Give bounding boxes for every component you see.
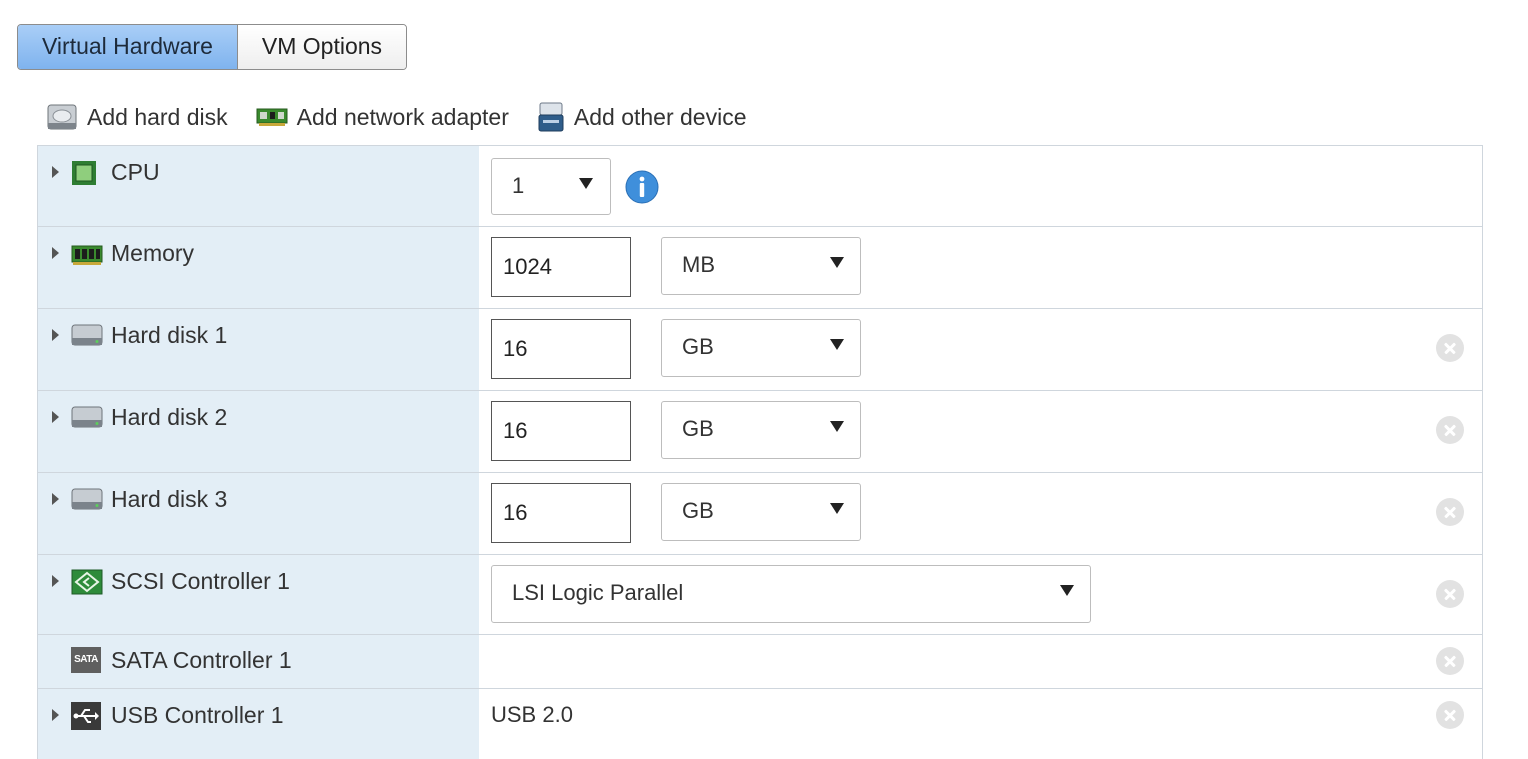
usb-version-value: USB 2.0 — [491, 702, 573, 727]
expand-hard-disk-2-icon[interactable] — [52, 411, 59, 423]
usb-controller-row: USB Controller 1 USB 2.0 — [38, 689, 1482, 759]
chevron-down-icon — [830, 503, 844, 514]
remove-hard-disk-2-icon[interactable] — [1436, 416, 1464, 444]
hard-disk-2-row: Hard disk 2 GB — [38, 391, 1482, 473]
add-network-adapter-button[interactable]: Add network adapter — [256, 104, 509, 131]
hard-disk-3-label: Hard disk 3 — [111, 486, 228, 512]
chevron-down-icon — [579, 178, 593, 189]
remove-usb-controller-icon[interactable] — [1436, 701, 1464, 729]
memory-icon — [71, 245, 103, 265]
hard-disk-2-unit-select[interactable]: GB — [661, 401, 861, 459]
cpu-icon — [72, 161, 96, 185]
usb-icon — [71, 702, 101, 730]
memory-unit-select[interactable]: MB — [661, 237, 861, 295]
cpu-count-value: 1 — [512, 173, 525, 198]
scsi-controller-row: SCSI Controller 1 LSI Logic Parallel — [38, 555, 1482, 635]
hard-disk-1-unit-value: GB — [682, 334, 714, 359]
hard-disk-2-size-input[interactable] — [491, 401, 631, 461]
hard-disk-2-label: Hard disk 2 — [111, 404, 228, 430]
cpu-row: CPU 1 — [38, 146, 1482, 227]
chevron-down-icon — [830, 339, 844, 350]
chevron-down-icon — [830, 421, 844, 432]
hard-disk-3-unit-value: GB — [682, 498, 714, 523]
memory-unit-value: MB — [682, 252, 715, 277]
network-adapter-icon — [256, 108, 288, 126]
tab-vm-options[interactable]: VM Options — [236, 25, 407, 69]
add-hard-disk-label: Add hard disk — [87, 103, 228, 130]
scsi-type-value: LSI Logic Parallel — [512, 580, 684, 605]
remove-scsi-controller-icon[interactable] — [1436, 580, 1464, 608]
tab-virtual-hardware[interactable]: Virtual Hardware — [18, 25, 237, 69]
memory-row: Memory MB — [38, 227, 1482, 309]
virtual-hardware-table: CPU 1 Memory 1024 MB Hard disk 1 16 GB H… — [37, 145, 1483, 759]
expand-hard-disk-1-icon[interactable] — [52, 329, 59, 341]
info-icon[interactable] — [625, 170, 659, 204]
hard-disk-icon — [47, 104, 77, 130]
expand-memory-icon[interactable] — [52, 247, 59, 259]
scsi-controller-label: SCSI Controller 1 — [111, 568, 290, 594]
hard-disk-icon — [71, 488, 103, 510]
add-other-device-button[interactable]: Add other device — [537, 101, 747, 133]
hard-disk-1-label: Hard disk 1 — [111, 322, 228, 348]
expand-cpu-icon[interactable] — [52, 166, 59, 178]
hard-disk-3-size-input[interactable] — [491, 483, 631, 543]
hard-disk-2-unit-value: GB — [682, 416, 714, 441]
remove-sata-controller-icon[interactable] — [1436, 647, 1464, 675]
hard-disk-icon — [71, 406, 103, 428]
sata-controller-label: SATA Controller 1 — [111, 647, 292, 673]
add-network-adapter-label: Add network adapter — [296, 103, 509, 130]
hard-disk-1-size-input[interactable] — [491, 319, 631, 379]
memory-label: Memory — [111, 240, 195, 266]
sata-controller-row: SATA SATA Controller 1 — [38, 635, 1482, 689]
memory-size-input[interactable] — [491, 237, 631, 297]
sata-controller-icon: SATA — [71, 647, 101, 673]
scsi-controller-icon — [71, 569, 103, 595]
hard-disk-icon — [71, 324, 103, 346]
expand-hard-disk-3-icon[interactable] — [52, 493, 59, 505]
hard-disk-1-unit-select[interactable]: GB — [661, 319, 861, 377]
tab-bar: Virtual Hardware VM Options — [17, 24, 408, 70]
add-hard-disk-button[interactable]: Add hard disk — [46, 103, 228, 131]
other-device-icon — [538, 102, 564, 132]
expand-usb-controller-icon[interactable] — [52, 709, 59, 721]
add-other-device-label: Add other device — [573, 103, 747, 130]
hard-disk-3-unit-select[interactable]: GB — [661, 483, 861, 541]
hard-disk-1-row: Hard disk 1 GB — [38, 309, 1482, 391]
cpu-count-select[interactable]: 1 — [491, 158, 611, 215]
device-toolbar: Add hard disk Add network adapter Add ot… — [46, 98, 775, 136]
chevron-down-icon — [1060, 585, 1074, 596]
chevron-down-icon — [830, 257, 844, 268]
remove-hard-disk-1-icon[interactable] — [1436, 334, 1464, 362]
expand-scsi-controller-icon[interactable] — [52, 575, 59, 587]
cpu-label: CPU — [111, 159, 160, 185]
scsi-type-select[interactable]: LSI Logic Parallel — [491, 565, 1091, 623]
hard-disk-3-row: Hard disk 3 GB — [38, 473, 1482, 555]
usb-controller-label: USB Controller 1 — [111, 702, 284, 728]
remove-hard-disk-3-icon[interactable] — [1436, 498, 1464, 526]
